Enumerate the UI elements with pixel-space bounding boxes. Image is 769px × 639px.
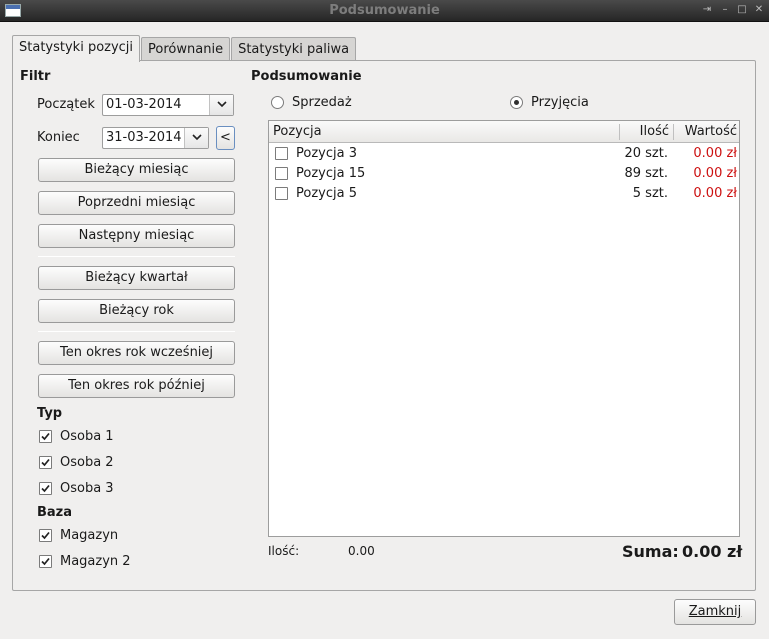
chevron-down-icon[interactable]	[209, 95, 233, 115]
checkbox-label: Magazyn	[60, 528, 119, 543]
base-group-title: Baza	[37, 505, 73, 520]
row-checkbox[interactable]	[275, 167, 288, 180]
tab-porownanie[interactable]: Porównanie	[141, 37, 231, 62]
start-date-combo[interactable]: 01-03-2014	[102, 94, 234, 116]
table-row[interactable]: Pozycja 5 5 szt. 0.00 zł	[269, 184, 739, 204]
summary-title: Podsumowanie	[251, 69, 362, 84]
row-qty: 5 szt.	[632, 186, 668, 201]
next-month-button[interactable]: Następny miesiąc	[38, 224, 235, 248]
positions-list[interactable]: Pozycja Ilość Wartość Pozycja 3 20 szt. …	[268, 120, 740, 537]
checkbox-label: Osoba 1	[60, 429, 114, 444]
row-name: Pozycja 5	[296, 186, 357, 201]
list-header: Pozycja Ilość Wartość	[269, 121, 739, 143]
end-label: Koniec	[37, 130, 80, 145]
separator	[38, 256, 235, 257]
row-name: Pozycja 15	[296, 166, 366, 181]
row-checkbox[interactable]	[275, 147, 288, 160]
checkmark-icon	[41, 531, 50, 540]
checkbox-osoba-1[interactable]	[39, 430, 52, 443]
column-header-wartosc[interactable]: Wartość	[675, 121, 737, 143]
year-earlier-button[interactable]: Ten okres rok wcześniej	[38, 341, 235, 365]
row-qty: 20 szt.	[624, 146, 668, 161]
radio-sale[interactable]	[271, 96, 284, 109]
table-row[interactable]: Pozycja 3 20 szt. 0.00 zł	[269, 144, 739, 164]
current-quarter-button[interactable]: Bieżący kwartał	[38, 266, 235, 290]
checkbox-label: Osoba 2	[60, 455, 114, 470]
checkmark-icon	[41, 557, 50, 566]
end-date-combo[interactable]: 31-03-2014	[102, 127, 209, 149]
pin-icon[interactable]: ⇥	[700, 3, 714, 17]
checkbox-magazyn[interactable]	[39, 529, 52, 542]
row-value: 0.00 zł	[693, 146, 737, 161]
column-header-ilosc[interactable]: Ilość	[621, 121, 669, 143]
table-row[interactable]: Pozycja 15 89 szt. 0.00 zł	[269, 164, 739, 184]
current-year-button[interactable]: Bieżący rok	[38, 299, 235, 323]
maximize-icon[interactable]: □	[735, 3, 749, 17]
start-label: Początek	[37, 97, 95, 112]
checkbox-osoba-3[interactable]	[39, 482, 52, 495]
column-header-pozycja[interactable]: Pozycja	[273, 121, 322, 143]
radio-receipts[interactable]	[510, 96, 523, 109]
sum-label: Suma:	[622, 542, 679, 561]
row-qty: 89 szt.	[624, 166, 668, 181]
row-name: Pozycja 3	[296, 146, 357, 161]
filter-title: Filtr	[20, 69, 51, 84]
checkmark-icon	[41, 458, 50, 467]
checkbox-osoba-2[interactable]	[39, 456, 52, 469]
close-button[interactable]: Zamknij	[674, 599, 756, 625]
window-titlebar[interactable]: Podsumowanie ⇥ – □ ✕	[0, 0, 769, 22]
close-window-icon[interactable]: ✕	[752, 3, 766, 17]
checkmark-icon	[41, 484, 50, 493]
prev-month-button[interactable]: Poprzedni miesiąc	[38, 191, 235, 215]
qty-value: 0.00	[348, 544, 375, 558]
tab-statystyki-pozycji[interactable]: Statystyki pozycji	[12, 35, 141, 62]
sum-value: 0.00 zł	[682, 542, 743, 561]
column-divider	[673, 124, 674, 140]
type-group-title: Typ	[37, 406, 63, 421]
qty-label: Ilość:	[268, 544, 300, 558]
end-date-value: 31-03-2014	[106, 130, 182, 145]
year-later-button[interactable]: Ten okres rok później	[38, 374, 235, 398]
radio-sale-label: Sprzedaż	[292, 95, 352, 110]
column-divider	[619, 124, 620, 140]
radio-receipts-label: Przyjęcia	[531, 95, 589, 110]
row-value: 0.00 zł	[693, 186, 737, 201]
start-date-value: 01-03-2014	[106, 97, 182, 112]
checkbox-label: Magazyn 2	[60, 554, 131, 569]
tab-statystyki-paliwa[interactable]: Statystyki paliwa	[231, 37, 357, 62]
checkbox-label: Osoba 3	[60, 481, 114, 496]
separator	[38, 331, 235, 332]
checkmark-icon	[41, 432, 50, 441]
minimize-icon[interactable]: –	[718, 3, 732, 17]
chevron-down-icon[interactable]	[184, 128, 208, 148]
row-checkbox[interactable]	[275, 187, 288, 200]
row-value: 0.00 zł	[693, 166, 737, 181]
prev-period-button[interactable]: <	[216, 126, 235, 150]
window-title: Podsumowanie	[329, 3, 440, 18]
tab-bar: Statystyki pozycji Porównanie Statystyki…	[12, 35, 357, 62]
checkbox-magazyn-2[interactable]	[39, 555, 52, 568]
current-month-button[interactable]: Bieżący miesiąc	[38, 158, 235, 182]
